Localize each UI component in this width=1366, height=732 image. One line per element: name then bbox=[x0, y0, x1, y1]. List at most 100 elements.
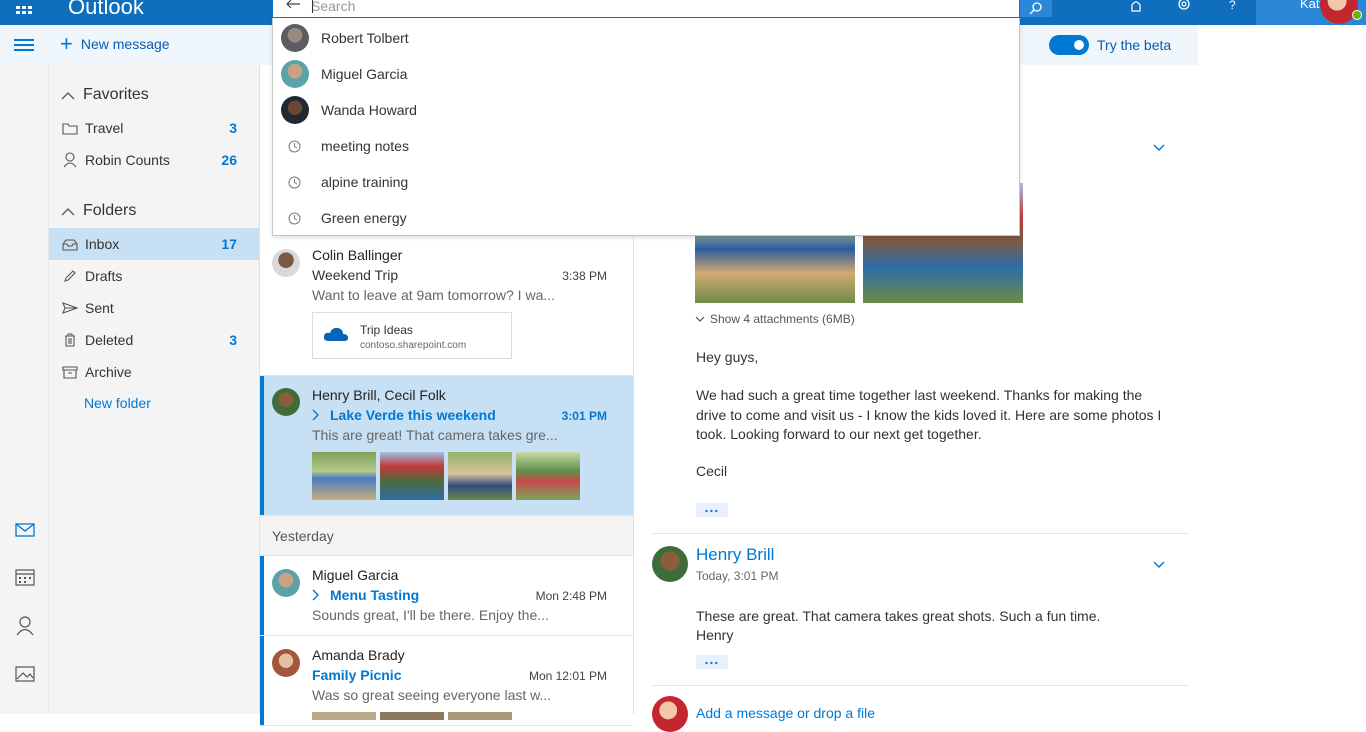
hamburger-menu-button[interactable] bbox=[14, 39, 34, 51]
svg-text:?: ? bbox=[1229, 0, 1236, 12]
favorites-header[interactable]: Favorites bbox=[61, 86, 149, 104]
reply-date: Today, 3:01 PM bbox=[696, 569, 779, 583]
message-item-colin-ballinger[interactable]: Colin Ballinger Weekend Trip 3:38 PM Wan… bbox=[260, 236, 633, 376]
calendar-module-button[interactable] bbox=[14, 566, 36, 588]
try-beta-toggle[interactable]: Try the beta bbox=[1049, 35, 1171, 55]
folder-item-inbox[interactable]: Inbox 17 bbox=[49, 228, 259, 260]
message-subject: Family Picnic bbox=[312, 667, 402, 683]
photo-thumbnail[interactable] bbox=[312, 452, 376, 500]
chevron-down-icon[interactable] bbox=[1152, 560, 1166, 569]
folders-header[interactable]: Folders bbox=[61, 202, 136, 220]
avatar bbox=[281, 96, 309, 124]
send-icon bbox=[61, 299, 79, 317]
message-sender: Colin Ballinger bbox=[312, 247, 403, 263]
clock-icon bbox=[288, 176, 301, 188]
chevron-up-icon bbox=[61, 91, 75, 99]
avatar bbox=[281, 24, 309, 52]
suggestion-history-meeting-notes[interactable]: meeting notes bbox=[273, 128, 1019, 164]
message-item-miguel-garcia[interactable]: Miguel Garcia Menu Tasting Mon 2:48 PM S… bbox=[260, 556, 633, 636]
unread-count: 26 bbox=[221, 152, 237, 168]
reply-body: These are great. That camera takes great… bbox=[696, 608, 1101, 624]
help-button[interactable]: ? bbox=[1222, 0, 1242, 14]
chevron-right-icon bbox=[312, 409, 319, 421]
clock-icon bbox=[288, 140, 301, 152]
message-preview: Was so great seeing everyone last w... bbox=[312, 687, 552, 703]
bell-icon bbox=[1131, 1, 1141, 12]
app-brand[interactable]: Outlook bbox=[68, 0, 144, 20]
folder-item-label: Drafts bbox=[85, 268, 123, 284]
attachment-card[interactable]: Trip Ideas contoso.sharepoint.com bbox=[312, 312, 512, 359]
favorite-item-label: Robin Counts bbox=[85, 152, 170, 168]
my-avatar bbox=[652, 696, 688, 732]
photo-thumbnail[interactable] bbox=[380, 712, 444, 720]
search-box[interactable] bbox=[272, 0, 1020, 18]
message-subject: Lake Verde this weekend bbox=[330, 407, 496, 423]
reply-sender-name[interactable]: Henry Brill bbox=[696, 545, 774, 565]
search-button[interactable] bbox=[1020, 0, 1052, 17]
folder-item-sent[interactable]: Sent bbox=[49, 292, 259, 324]
avatar bbox=[272, 388, 300, 416]
message-body: We had such a great time together last w… bbox=[696, 387, 1162, 442]
people-module-button[interactable] bbox=[14, 615, 36, 637]
message-item-amanda-brady[interactable]: Amanda Brady Family Picnic Mon 12:01 PM … bbox=[260, 636, 633, 726]
suggestion-history-alpine-training[interactable]: alpine training bbox=[273, 164, 1019, 200]
message-preview: Want to leave at 9am tomorrow? I wa... bbox=[312, 287, 556, 303]
suggestion-person-robert-tolbert[interactable]: Robert Tolbert bbox=[273, 20, 1019, 56]
back-arrow-icon[interactable] bbox=[285, 0, 301, 9]
person-icon bbox=[16, 616, 34, 636]
show-more-button[interactable]: ... bbox=[696, 500, 728, 517]
photos-module-button[interactable] bbox=[14, 663, 36, 685]
search-input[interactable] bbox=[311, 0, 1001, 15]
divider bbox=[652, 533, 1189, 534]
message-time: 3:01 PM bbox=[561, 409, 607, 423]
module-rail bbox=[0, 65, 49, 714]
suggestion-text: Miguel Garcia bbox=[321, 66, 408, 82]
new-message-button[interactable]: + New message bbox=[60, 33, 170, 55]
photo-thumbnail[interactable] bbox=[516, 452, 580, 500]
message-sender: Amanda Brady bbox=[312, 647, 405, 663]
toggle-switch[interactable] bbox=[1049, 35, 1089, 55]
show-attachments-link[interactable]: Show 4 attachments (6MB) bbox=[695, 312, 855, 326]
trash-icon bbox=[61, 331, 79, 349]
suggestion-dropdown: Robert Tolbert Miguel Garcia Wanda Howar… bbox=[272, 18, 1020, 236]
notifications-button[interactable] bbox=[1126, 0, 1146, 14]
text-caret bbox=[312, 0, 313, 13]
message-subject-row: Lake Verde this weekend bbox=[312, 407, 496, 423]
message-time: Mon 12:01 PM bbox=[528, 669, 607, 683]
message-subject: Menu Tasting bbox=[330, 587, 420, 603]
pencil-icon bbox=[61, 267, 79, 285]
message-preview: Sounds great, I'll be there. Enjoy the..… bbox=[312, 607, 549, 623]
new-folder-link[interactable]: New folder bbox=[84, 395, 151, 411]
unread-count: 17 bbox=[221, 236, 237, 252]
suggestion-person-wanda-howard[interactable]: Wanda Howard bbox=[273, 92, 1019, 128]
photo-thumbnail[interactable] bbox=[448, 452, 512, 500]
folder-item-deleted[interactable]: Deleted 3 bbox=[49, 324, 259, 356]
photo-thumbnail[interactable] bbox=[380, 452, 444, 500]
folder-icon bbox=[61, 119, 79, 137]
account-area[interactable]: Kat bbox=[1256, 0, 1366, 25]
favorite-item-robin-counts[interactable]: Robin Counts 26 bbox=[49, 144, 259, 176]
suggestion-history-green-energy[interactable]: Green energy bbox=[273, 200, 1019, 236]
folder-item-label: Sent bbox=[85, 300, 114, 316]
message-item-henry-brill[interactable]: Henry Brill, Cecil Folk Lake Verde this … bbox=[260, 376, 633, 516]
folder-item-drafts[interactable]: Drafts bbox=[49, 260, 259, 292]
settings-button[interactable] bbox=[1174, 0, 1194, 14]
mail-module-button[interactable] bbox=[14, 519, 36, 541]
chevron-down-icon[interactable] bbox=[1152, 143, 1166, 152]
inbox-icon bbox=[61, 235, 79, 253]
photo-thumbnail[interactable] bbox=[312, 712, 376, 720]
favorite-item-travel[interactable]: Travel 3 bbox=[49, 112, 259, 144]
show-attachments-label: Show 4 attachments (6MB) bbox=[710, 312, 855, 326]
avatar bbox=[281, 60, 309, 88]
suggestion-text: Wanda Howard bbox=[321, 102, 417, 118]
message-sender: Miguel Garcia bbox=[312, 567, 399, 583]
app-launcher-button[interactable] bbox=[0, 0, 48, 25]
folder-item-archive[interactable]: Archive bbox=[49, 356, 259, 388]
folders-label: Folders bbox=[83, 202, 137, 219]
suggestion-person-miguel-garcia[interactable]: Miguel Garcia bbox=[273, 56, 1019, 92]
try-beta-label: Try the beta bbox=[1097, 37, 1172, 53]
photo-thumbnail[interactable] bbox=[448, 712, 512, 720]
reply-signature: Henry bbox=[696, 627, 734, 643]
add-message-input[interactable]: Add a message or drop a file bbox=[696, 705, 875, 721]
show-more-button[interactable]: ... bbox=[696, 652, 728, 669]
